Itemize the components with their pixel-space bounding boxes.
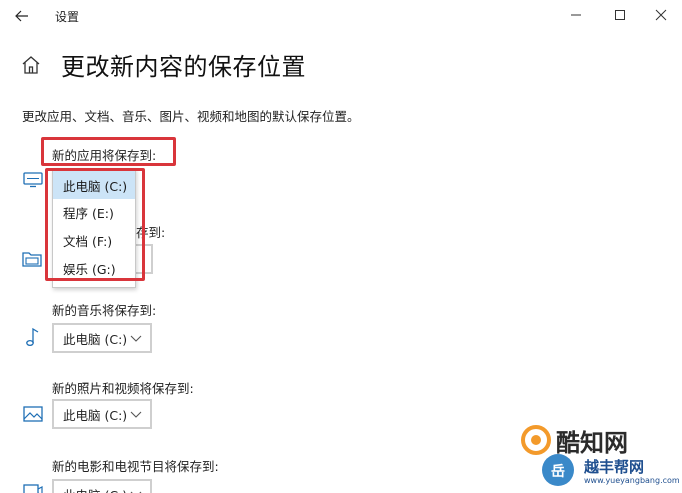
close-icon <box>655 9 667 21</box>
movies-dropdown-value: 此电脑 (C:) <box>63 485 127 493</box>
back-button[interactable] <box>6 2 38 30</box>
title-bar: 设置 <box>0 0 682 32</box>
picture-icon <box>22 403 44 425</box>
apps-label: 新的应用将保存到: <box>52 148 157 163</box>
dropdown-list-highlight <box>45 168 145 281</box>
music-dropdown[interactable]: 此电脑 (C:) <box>52 323 152 353</box>
arrow-left-icon <box>15 10 28 22</box>
minimize-button[interactable] <box>555 0 597 30</box>
movies-dropdown[interactable]: 此电脑 (C:) <box>52 479 152 493</box>
minimize-icon <box>571 14 581 16</box>
video-icon <box>22 481 44 493</box>
photos-label: 新的照片和视频将保存到: <box>52 381 194 396</box>
photos-dropdown-value: 此电脑 (C:) <box>63 407 128 423</box>
movies-label: 新的电影和电视节目将保存到: <box>52 459 219 474</box>
svg-text:岳: 岳 <box>551 463 565 480</box>
page-description: 更改应用、文档、音乐、图片、视频和地图的默认保存位置。 <box>22 109 360 124</box>
music-note-icon <box>22 326 44 348</box>
watermark-url: www.yueyangbang.com <box>584 476 680 485</box>
chevron-down-icon <box>130 335 142 342</box>
music-label: 新的音乐将保存到: <box>52 303 157 318</box>
photos-dropdown[interactable]: 此电脑 (C:) <box>52 399 152 429</box>
maximize-icon <box>615 10 625 20</box>
monitor-icon <box>22 169 44 191</box>
music-dropdown-value: 此电脑 (C:) <box>63 331 128 347</box>
page-title: 更改新内容的保存位置 <box>61 53 306 81</box>
chevron-down-icon <box>130 491 142 493</box>
chevron-down-icon <box>130 411 142 418</box>
window-title: 设置 <box>55 10 80 24</box>
folder-icon <box>21 248 43 270</box>
watermark-badge-icon: 岳 <box>542 454 574 486</box>
watermark-sub-text: 越丰帮网 <box>584 458 645 476</box>
home-icon[interactable] <box>20 54 42 76</box>
close-button[interactable] <box>640 0 682 30</box>
watermark-sub: 岳 越丰帮网 www.yueyangbang.com <box>538 452 682 492</box>
maximize-button[interactable] <box>599 0 641 30</box>
